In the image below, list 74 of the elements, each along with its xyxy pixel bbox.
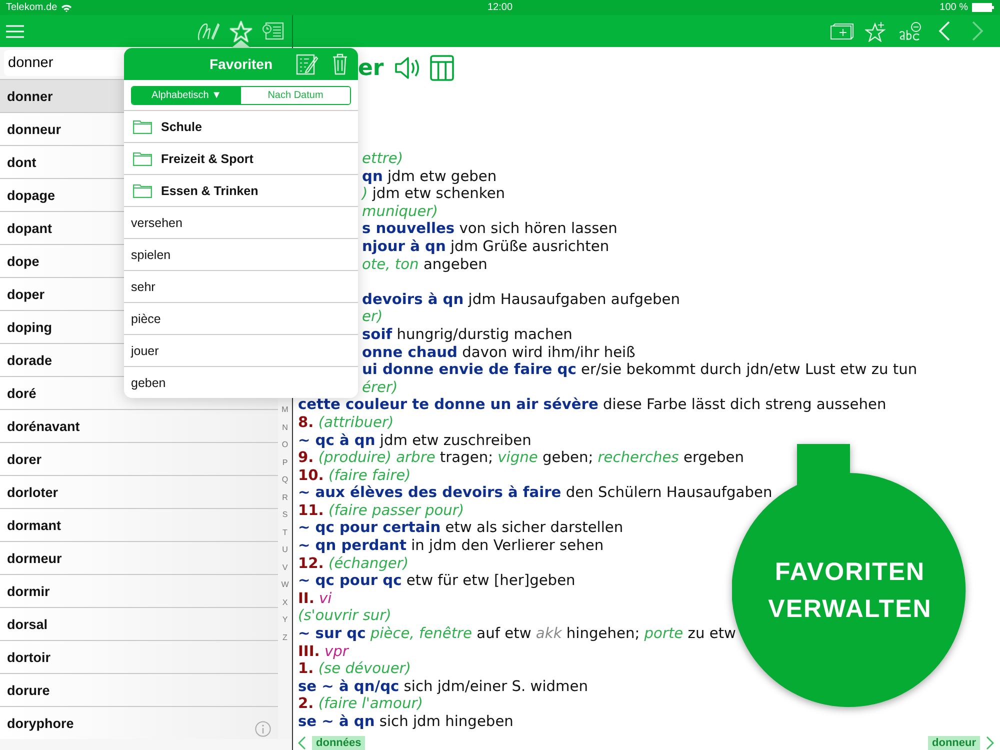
- example-phrase: ~ aux élèves des devoirs à faire: [298, 484, 562, 502]
- sense-number: 10.: [298, 466, 324, 484]
- translation-text: hungrig/durstig machen: [396, 326, 572, 343]
- popover-title: Favoriten: [209, 56, 272, 72]
- translation-text: davon wird ihm/ihr heiß: [461, 344, 636, 361]
- translation-text: in jdm den Verlierer sehen: [410, 537, 604, 554]
- gloss-text: (faire passer pour): [327, 502, 464, 519]
- gloss-text: recherches: [598, 449, 679, 466]
- headword: er: [358, 56, 384, 80]
- battery-percent: 100 %: [940, 2, 968, 13]
- translation-text: den Schülern Hausaufgaben: [564, 484, 772, 502]
- gloss-text: (s'ouvrir sur): [298, 607, 392, 624]
- translation-text: jdm etw schenken: [371, 185, 506, 202]
- gloss-text: porte: [644, 625, 684, 642]
- translation-text: er/sie bekommt durch jdn/etw Lust etw zu tun: [580, 361, 918, 378]
- translation-text: jdm Grüße ausrichten: [449, 238, 610, 255]
- example-phrase: soif: [362, 326, 392, 343]
- gloss-text: (attribuer): [317, 414, 394, 431]
- gloss-text: érer): [362, 378, 398, 396]
- example-phrase: devoirs à qn: [362, 290, 464, 308]
- translation-text: etw als sicher darstellen: [444, 519, 624, 536]
- translation-text: jdm etw geben: [386, 168, 497, 185]
- gloss-text: ote, ton: [362, 256, 419, 273]
- translation-text: diese Farbe lässt dich streng aussehen: [602, 396, 886, 414]
- sense-number: III.: [298, 642, 320, 660]
- translation-text: sich jdm/einer S. widmen: [402, 678, 588, 695]
- sense-number: 11.: [298, 502, 324, 519]
- grammar-label: vpr: [323, 642, 348, 660]
- translation-text: von sich hören lassen: [458, 220, 618, 238]
- example-phrase: cette couleur te donne un air sévère: [298, 396, 598, 414]
- example-phrase: qn: [362, 168, 383, 185]
- translation-text: auf etw: [476, 625, 532, 642]
- gloss-text: ettre): [362, 150, 404, 167]
- example-phrase: se ~ à qn: [298, 713, 375, 730]
- translation-text: ergeben: [682, 449, 744, 466]
- grammar-label: akk: [536, 625, 562, 642]
- example-phrase: ~ sur qc: [298, 625, 366, 642]
- sense-number: 8.: [298, 414, 314, 431]
- example-phrase: ~ qc à qn: [298, 432, 376, 448]
- translation-text: etw für etw [her]geben: [405, 572, 576, 590]
- grammar-label: vi: [318, 590, 332, 607]
- gloss-text: er): [362, 308, 383, 326]
- translation-text: sich jdm hingeben: [378, 713, 514, 730]
- gloss-text: vigne: [498, 449, 538, 466]
- gloss-text: (échanger): [327, 554, 409, 572]
- gloss-text: (produire) arbre: [317, 449, 436, 466]
- example-phrase: s nouvelles: [362, 220, 455, 238]
- translation-text: angeben: [422, 256, 488, 273]
- translation-text: jdm Hausaufgaben aufgeben: [467, 290, 680, 308]
- gloss-text: (faire faire): [327, 466, 411, 484]
- translation-text: geben;: [541, 449, 594, 466]
- sense-number: 12.: [298, 554, 324, 572]
- sense-number: 1.: [298, 660, 314, 678]
- gloss-text: muniquer): [362, 202, 438, 220]
- example-phrase: se ~ à qn/qc: [298, 678, 400, 695]
- translation-text: tragen;: [438, 449, 494, 466]
- example-phrase: ~ qc pour qc: [298, 572, 402, 590]
- translation-text: hingehen;: [565, 625, 641, 642]
- carrier-name: Telekom.de: [6, 2, 58, 13]
- clock-time: 12:00: [487, 2, 513, 13]
- example-phrase: ~ qn perdant: [298, 537, 406, 554]
- translation-text: jdm etw zuschreiben: [378, 432, 532, 448]
- example-phrase: ~ qc pour certain: [298, 519, 441, 536]
- gloss-text: ): [362, 185, 368, 202]
- sense-number: 2.: [298, 695, 314, 712]
- sense-number: II.: [298, 590, 314, 607]
- gloss-text: pièce, fenêtre: [369, 625, 472, 642]
- example-phrase: onne chaud: [362, 344, 458, 361]
- example-phrase: njour à qn: [362, 238, 446, 255]
- sense-number: 9.: [298, 449, 314, 466]
- translation-text: zu etw: [686, 625, 736, 642]
- gloss-text: (se dévouer): [317, 660, 411, 678]
- gloss-text: (faire l'amour): [317, 695, 423, 712]
- example-phrase: ui donne envie de faire qc: [362, 361, 576, 378]
